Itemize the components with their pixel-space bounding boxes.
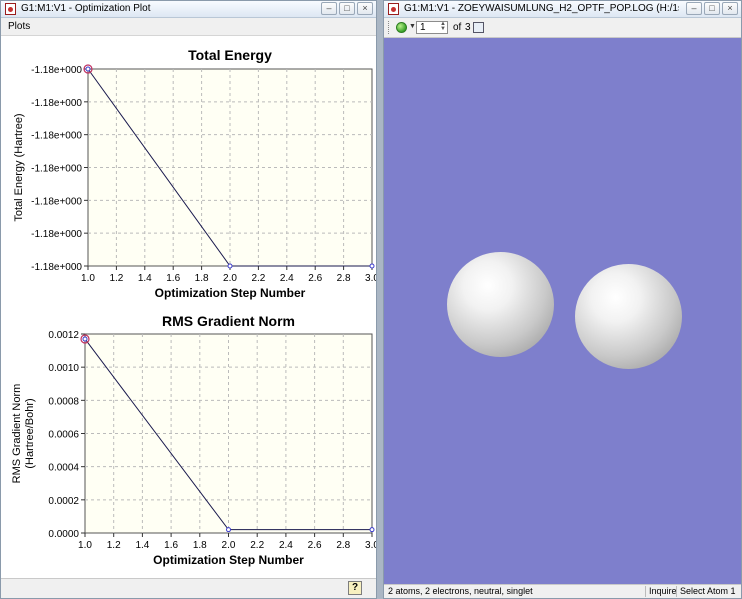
mode-label: Inquire xyxy=(649,586,677,596)
optimization-charts: Total Energy 1.0 1.2 1.4 1.6 1.8 2.0 2.2 2.4 2.6 2… xyxy=(11,47,379,567)
x-tick-label: 1.8 xyxy=(195,273,209,284)
chart-title: Total Energy xyxy=(188,47,272,63)
y-tick-label: 0.0010 xyxy=(48,363,79,374)
close-button[interactable]: × xyxy=(722,2,738,15)
status-bar: 2 atoms, 2 electrons, neutral, singlet I… xyxy=(384,584,741,598)
x-tick-label: 2.8 xyxy=(336,540,350,551)
y-tick-label: -1.18e+000 xyxy=(31,262,82,273)
menu-plots[interactable]: Plots xyxy=(8,21,30,32)
x-tick-label: 2.4 xyxy=(279,540,293,551)
x-axis-label: Optimization Step Number xyxy=(153,553,304,567)
x-tick-label: 1.0 xyxy=(81,273,95,284)
toolbar-grip[interactable] xyxy=(388,21,391,34)
data-point xyxy=(85,66,91,72)
data-point xyxy=(226,527,231,533)
x-tick-label: 2.2 xyxy=(250,540,264,551)
minimize-button[interactable]: – xyxy=(321,2,337,15)
x-tick-label: 1.6 xyxy=(164,540,178,551)
selection-label: Select Atom 1 xyxy=(680,586,736,596)
hydrogen-atom-2[interactable] xyxy=(575,264,682,369)
menu-bar: Plots xyxy=(1,18,376,36)
x-tick-label: 3.0 xyxy=(365,540,376,551)
x-tick-label: 2.6 xyxy=(308,273,322,284)
x-tick-label: 2.2 xyxy=(251,273,265,284)
x-tick-label: 2.4 xyxy=(280,273,294,284)
title-bar[interactable]: G1:M1:V1 - Optimization Plot – □ × xyxy=(1,1,376,18)
frame-list-icon[interactable] xyxy=(473,22,484,33)
close-button[interactable]: × xyxy=(357,2,373,15)
status-divider xyxy=(676,586,677,597)
y-tick-label: 0.0004 xyxy=(48,463,79,474)
molecule-viewport[interactable] xyxy=(384,38,741,584)
y-tick-label: 0.0002 xyxy=(48,496,79,507)
frame-toolbar: ▼ 1 ▲ ▼ of 3 xyxy=(384,18,741,38)
restore-button[interactable]: □ xyxy=(704,2,720,15)
y-tick-label: -1.18e+000 xyxy=(31,164,82,175)
frame-of-label: of xyxy=(453,22,462,33)
molecule-view-window: G1:M1:V1 - ZOEYWAISUMLUNG_H2_OPTF_POP.LO… xyxy=(383,0,742,599)
plot-area: Total Energy 1.0 1.2 1.4 1.6 1.8 2.0 2.2 2.4 2.6 2… xyxy=(1,36,379,578)
chart-title: RMS Gradient Norm xyxy=(162,313,295,329)
minimize-button[interactable]: – xyxy=(686,2,702,15)
x-tick-label: 2.0 xyxy=(223,273,237,284)
y-tick-label: -1.18e+000 xyxy=(31,131,82,142)
frame-count: 3 xyxy=(465,22,471,33)
x-tick-label: 2.6 xyxy=(308,540,322,551)
x-tick-label: 1.0 xyxy=(78,540,92,551)
data-point xyxy=(369,263,375,269)
play-animation-icon[interactable] xyxy=(396,22,407,33)
y-tick-label: -1.18e+000 xyxy=(31,98,82,109)
x-tick-label: 1.6 xyxy=(166,273,180,284)
molecule-info: 2 atoms, 2 electrons, neutral, singlet xyxy=(388,586,533,596)
status-divider xyxy=(645,586,646,597)
y-tick-label: -1.18e+000 xyxy=(31,65,82,76)
help-button[interactable]: ? xyxy=(348,581,362,595)
x-tick-label: 2.0 xyxy=(222,540,236,551)
restore-button[interactable]: □ xyxy=(339,2,355,15)
y-tick-label: -1.18e+000 xyxy=(31,229,82,240)
x-tick-label: 1.2 xyxy=(107,540,121,551)
y-tick-label: 0.0000 xyxy=(48,529,79,540)
x-tick-label: 2.8 xyxy=(337,273,351,284)
data-point xyxy=(369,527,375,533)
gaussview-app-icon xyxy=(388,3,399,15)
x-tick-label: 1.2 xyxy=(109,273,123,284)
x-tick-label: 3.0 xyxy=(365,273,376,284)
y-tick-label: 0.0012 xyxy=(48,330,79,341)
window-title: G1:M1:V1 - Optimization Plot xyxy=(21,3,151,14)
x-axis-label: Optimization Step Number xyxy=(155,286,306,300)
spinner-arrows-icon[interactable]: ▲ ▼ xyxy=(440,21,446,32)
x-tick-label: 1.8 xyxy=(193,540,207,551)
data-point xyxy=(227,263,233,269)
x-tick-label: 1.4 xyxy=(138,273,152,284)
y-axis-label: (Hartree/Bohr) xyxy=(24,398,36,468)
window-title: G1:M1:V1 - ZOEYWAISUMLUNG_H2_OPTF_POP.LO… xyxy=(404,3,679,14)
y-axis-label: Total Energy (Hartree) xyxy=(13,113,25,221)
y-tick-label: 0.0006 xyxy=(48,430,79,441)
x-tick-label: 1.4 xyxy=(135,540,149,551)
frame-number-input[interactable]: 1 ▲ ▼ xyxy=(416,21,448,34)
y-tick-label: -1.18e+000 xyxy=(31,196,82,207)
status-bar: ? xyxy=(1,578,376,598)
chevron-down-icon[interactable]: ▼ xyxy=(409,23,416,30)
hydrogen-atom-1[interactable] xyxy=(447,252,554,357)
gaussview-app-icon xyxy=(5,3,16,15)
y-axis-label: RMS Gradient Norm xyxy=(11,384,23,484)
y-tick-label: 0.0008 xyxy=(48,396,79,407)
title-bar[interactable]: G1:M1:V1 - ZOEYWAISUMLUNG_H2_OPTF_POP.LO… xyxy=(384,1,741,18)
data-point xyxy=(82,336,88,342)
frame-value: 1 xyxy=(420,22,426,33)
optimization-plot-window: G1:M1:V1 - Optimization Plot – □ × Plots… xyxy=(0,0,379,599)
